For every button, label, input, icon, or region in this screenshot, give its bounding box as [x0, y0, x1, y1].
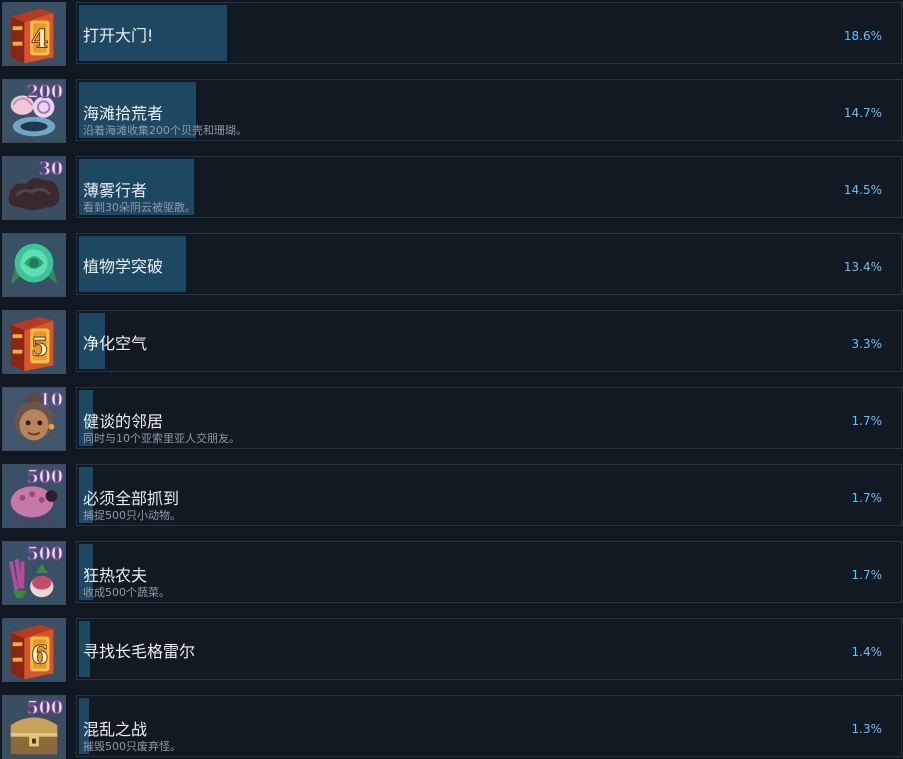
villager-portrait-icon: 10 [3, 388, 65, 450]
achievement-icon: 500 [2, 464, 66, 528]
achievement-row: 200 海滩拾荒者 沿着海滩收集200个贝壳和珊瑚。 14.7% [0, 77, 903, 143]
achievement-panel: 健谈的邻居 同时与10个亚索里亚人交朋友。 1.7% [76, 387, 902, 449]
achievement-icon: 6 [2, 618, 66, 682]
achievement-row: 植物学突破 13.4% [0, 231, 903, 297]
achievement-icon: 30 [2, 156, 66, 220]
achievement-list: 4 打开大门! 18.6% 200 海滩拾荒者 沿着海滩收集200个贝壳和珊瑚。… [0, 0, 903, 759]
unlock-percent: 3.3% [851, 337, 883, 351]
book-number: 6 [31, 640, 49, 670]
achievement-icon: 4 [2, 2, 66, 66]
unlock-percent: 14.5% [843, 183, 882, 197]
achievement-row: 4 打开大门! 18.6% [0, 0, 903, 66]
unlock-percent: 1.7% [851, 414, 883, 428]
book-4-icon: 4 [3, 3, 65, 65]
unlock-percent: 14.7% [843, 106, 882, 120]
achievement-icon: 10 [2, 387, 66, 451]
achievement-panel: 植物学突破 13.4% [76, 233, 902, 295]
count-badge: 500 [27, 544, 63, 564]
achievement-title: 寻找长毛格雷尔 [83, 642, 196, 661]
achievement-panel: 狂热农夫 收成500个蔬菜。 1.7% [76, 541, 902, 603]
count-badge: 200 [27, 82, 63, 102]
achievement-description: 沿着海滩收集200个贝壳和珊瑚。 [83, 124, 247, 137]
achievement-title: 植物学突破 [83, 257, 164, 276]
unlock-percent: 1.7% [851, 491, 883, 505]
achievement-row: 5 净化空气 3.3% [0, 308, 903, 374]
achievement-icon: 200 [2, 79, 66, 143]
achievement-description: 收成500个蔬菜。 [83, 586, 170, 599]
achievement-icon: 500 [2, 541, 66, 605]
seashells-icon: 200 [3, 80, 65, 142]
unlock-percent: 1.4% [851, 645, 883, 659]
achievement-title: 净化空气 [83, 334, 148, 353]
achievement-title: 打开大门! [83, 26, 154, 45]
unlock-percent: 18.6% [843, 29, 882, 43]
achievement-panel: 必须全部抓到 捕捉500只小动物。 1.7% [76, 464, 902, 526]
achievement-row: 500 必须全部抓到 捕捉500只小动物。 1.7% [0, 462, 903, 528]
achievement-description: 看到30朵阴云被驱散。 [83, 201, 196, 214]
achievement-panel: 打开大门! 18.6% [76, 2, 902, 64]
achievement-row: 500 狂热农夫 收成500个蔬菜。 1.7% [0, 539, 903, 605]
unlock-percent: 1.3% [851, 722, 883, 736]
pink-critter-icon: 500 [3, 465, 65, 527]
count-badge: 500 [27, 467, 63, 487]
count-badge: 500 [27, 698, 63, 718]
achievement-panel: 海滩拾荒者 沿着海滩收集200个贝壳和珊瑚。 14.7% [76, 79, 902, 141]
unlock-percent: 1.7% [851, 568, 883, 582]
achievement-title: 健谈的邻居 [83, 412, 164, 431]
achievement-title: 必须全部抓到 [83, 489, 180, 508]
achievement-title: 狂热农夫 [83, 566, 148, 585]
achievement-description: 捕捉500只小动物。 [83, 509, 181, 522]
count-badge: 30 [39, 159, 63, 179]
achievement-icon: 5 [2, 310, 66, 374]
achievement-panel: 寻找长毛格雷尔 1.4% [76, 618, 902, 680]
treasure-chest-icon: 500 [3, 696, 65, 758]
dark-cloud-icon: 30 [3, 157, 65, 219]
vegetables-icon: 500 [3, 542, 65, 604]
book-number: 4 [31, 24, 49, 54]
achievement-title: 薄雾行者 [83, 181, 148, 200]
achievement-icon: 500 [2, 695, 66, 759]
achievement-panel: 薄雾行者 看到30朵阴云被驱散。 14.5% [76, 156, 902, 218]
achievement-row: 6 寻找长毛格雷尔 1.4% [0, 616, 903, 682]
achievement-panel: 混乱之战 摧毁500只废弃怪。 1.3% [76, 695, 902, 757]
achievement-title: 海滩拾荒者 [83, 104, 164, 123]
rose-icon [3, 234, 65, 296]
achievement-row: 30 薄雾行者 看到30朵阴云被驱散。 14.5% [0, 154, 903, 220]
achievement-description: 同时与10个亚索里亚人交朋友。 [83, 432, 240, 445]
achievement-panel: 净化空气 3.3% [76, 310, 902, 372]
achievement-row: 500 混乱之战 摧毁500只废弃怪。 1.3% [0, 693, 903, 759]
count-badge: 10 [39, 390, 63, 410]
book-5-icon: 5 [3, 311, 65, 373]
achievement-title: 混乱之战 [83, 720, 148, 739]
book-number: 5 [31, 332, 49, 362]
achievement-icon [2, 233, 66, 297]
unlock-percent: 13.4% [843, 260, 882, 274]
achievement-description: 摧毁500只废弃怪。 [83, 740, 181, 753]
book-6-icon: 6 [3, 619, 65, 681]
achievement-row: 10 健谈的邻居 同时与10个亚索里亚人交朋友。 1.7% [0, 385, 903, 451]
